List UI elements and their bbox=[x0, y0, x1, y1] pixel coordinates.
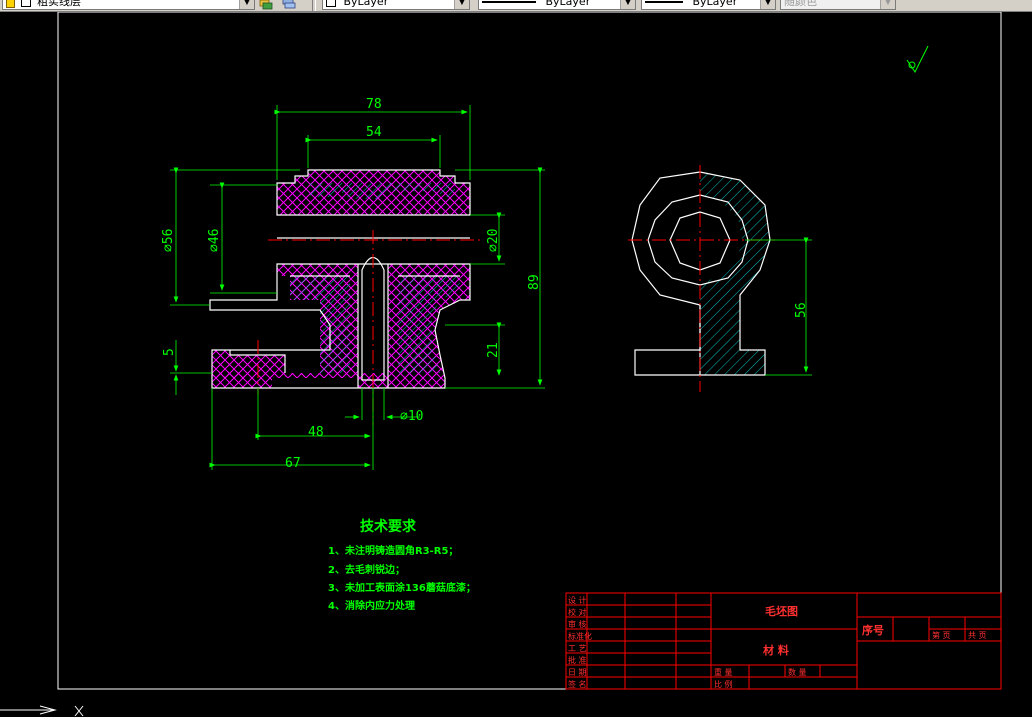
dim-dia-20: ⌀20 bbox=[486, 229, 501, 252]
color-combo-value: ByLayer bbox=[343, 0, 389, 8]
color-swatch-icon bbox=[326, 0, 336, 7]
layer-bulb-icon bbox=[6, 0, 15, 8]
plotstyle-combo: 随颜色 ▼ bbox=[780, 0, 896, 10]
tb-label: 审 核 bbox=[568, 619, 587, 629]
tb-label: 校 对 bbox=[568, 607, 587, 617]
dim-78: 78 bbox=[366, 97, 382, 112]
title-block-text: 设 计 校 对 审 核 标准化 工 艺 批 准 日 期 签 名 毛坯图 材 料 … bbox=[568, 595, 987, 689]
plotstyle-combo-value: 随颜色 bbox=[784, 0, 817, 8]
lineweight-combo-value: ByLayer bbox=[692, 0, 738, 8]
linetype-sample bbox=[482, 1, 536, 3]
tb-label: 批 准 bbox=[568, 655, 587, 665]
chevron-down-icon[interactable]: ▼ bbox=[454, 0, 469, 9]
linetype-combo-value: ByLayer bbox=[545, 0, 591, 8]
drawing-canvas[interactable]: 78 54 ⌀56 ⌀46 ⌀20 89 5 21 ⌀10 48 67 56 技… bbox=[0, 12, 1032, 717]
front-view: 78 54 ⌀56 ⌀46 ⌀20 89 5 21 ⌀10 48 67 bbox=[161, 97, 545, 471]
tech-req-title: 技术要求 bbox=[360, 518, 417, 535]
dim-5: 5 bbox=[162, 348, 177, 356]
weight-label: 重 量 bbox=[714, 667, 733, 677]
sheet-border bbox=[57, 12, 1002, 690]
material-label: 材 料 bbox=[763, 643, 789, 657]
serial-label: 序号 bbox=[862, 623, 884, 637]
ucs-axis-icon bbox=[0, 705, 84, 717]
dim-89: 89 bbox=[527, 274, 542, 290]
dim-dia-46: ⌀46 bbox=[207, 229, 222, 252]
layer-previous-icon[interactable] bbox=[281, 0, 297, 10]
dim-dia-10: ⌀10 bbox=[400, 409, 423, 424]
tb-label: 日 期 bbox=[568, 668, 587, 677]
tech-req-item: 4、消除内应力处理 bbox=[328, 599, 415, 612]
sheet-label: 第 页 bbox=[932, 630, 951, 640]
layer-state-icon bbox=[20, 0, 31, 7]
tech-req-item: 2、去毛刺锐边； bbox=[328, 563, 405, 576]
lineweight-sample bbox=[645, 1, 683, 3]
properties-toolbar: 粗实线层 ▼ ByLayer ▼ ByLayer ▼ ByLayer ▼ 随颜色… bbox=[0, 0, 1032, 12]
side-view: 56 bbox=[628, 165, 812, 392]
dim-21: 21 bbox=[486, 342, 501, 358]
dim-48: 48 bbox=[308, 425, 324, 440]
dim-54: 54 bbox=[366, 125, 382, 140]
toolbar-separator bbox=[312, 0, 316, 11]
dim-67: 67 bbox=[285, 456, 301, 471]
chevron-down-icon: ▼ bbox=[880, 0, 895, 9]
technical-requirements: 技术要求 1、未注明铸造圆角R3-R5； 2、去毛刺锐边； 3、未加工表面涂13… bbox=[328, 518, 476, 612]
qty-label: 数 量 bbox=[788, 667, 807, 677]
scale-label: 比 例 bbox=[714, 679, 733, 689]
tb-label: 设 计 bbox=[568, 595, 587, 605]
chevron-down-icon[interactable]: ▼ bbox=[239, 0, 254, 9]
tech-req-item: 1、未注明铸造圆角R3-R5； bbox=[328, 544, 458, 557]
drawing-name: 毛坯图 bbox=[765, 604, 798, 618]
layer-combo[interactable]: 粗实线层 ▼ bbox=[2, 0, 255, 10]
tech-req-item: 3、未加工表面涂136蘑菇底漆； bbox=[328, 581, 476, 594]
linetype-combo[interactable]: ByLayer ▼ bbox=[478, 0, 636, 10]
chevron-down-icon[interactable]: ▼ bbox=[620, 0, 635, 9]
color-combo[interactable]: ByLayer ▼ bbox=[322, 0, 470, 10]
dim-56-side: 56 bbox=[794, 302, 809, 318]
surface-roughness-symbol bbox=[906, 45, 929, 73]
tb-label: 工 艺 bbox=[568, 644, 587, 653]
layer-current-icon[interactable] bbox=[258, 0, 274, 10]
total-label: 共 页 bbox=[968, 631, 987, 640]
tb-label: 标准化 bbox=[568, 631, 592, 641]
chevron-down-icon[interactable]: ▼ bbox=[760, 0, 775, 9]
lineweight-combo[interactable]: ByLayer ▼ bbox=[641, 0, 776, 10]
dim-dia-56: ⌀56 bbox=[161, 229, 176, 252]
cad-drawing: 78 54 ⌀56 ⌀46 ⌀20 89 5 21 ⌀10 48 67 56 技… bbox=[0, 12, 1002, 717]
tb-label: 签 名 bbox=[568, 679, 587, 689]
layer-combo-value: 粗实线层 bbox=[37, 0, 81, 8]
